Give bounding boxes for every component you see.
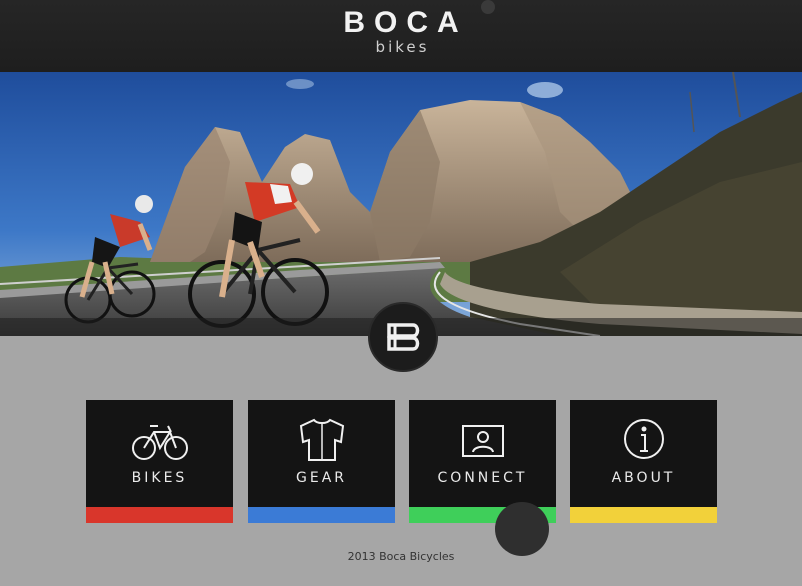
header-indicator-dot [481, 0, 495, 14]
jersey-icon [248, 418, 395, 462]
tile-label: BIKES [131, 470, 188, 486]
tile-about[interactable]: ABOUT [570, 400, 717, 523]
brand-subtitle: bikes [375, 38, 430, 56]
hero-banner [0, 72, 802, 336]
tile-color-stripe [248, 507, 395, 523]
contact-card-icon [409, 418, 556, 462]
tile-label: GEAR [296, 470, 347, 486]
brand-logo-text[interactable]: BOCA [0, 6, 802, 40]
info-icon [570, 418, 717, 462]
footer-copyright: 2013 Boca Bicycles [347, 550, 455, 563]
bicycle-icon [86, 418, 233, 462]
tile-label: CONNECT [437, 470, 528, 486]
tile-label: ABOUT [611, 470, 676, 486]
tile-gear[interactable]: GEAR [248, 400, 395, 523]
cursor-indicator [495, 502, 549, 556]
boca-bb-logo-icon [387, 323, 420, 351]
site-header: BOCA bikes [0, 0, 802, 72]
tile-bikes[interactable]: BIKES [86, 400, 233, 523]
tile-color-stripe [570, 507, 717, 523]
tile-color-stripe [86, 507, 233, 523]
boca-logo-badge[interactable] [368, 302, 438, 372]
cyclists-mountain-photo [0, 72, 802, 336]
